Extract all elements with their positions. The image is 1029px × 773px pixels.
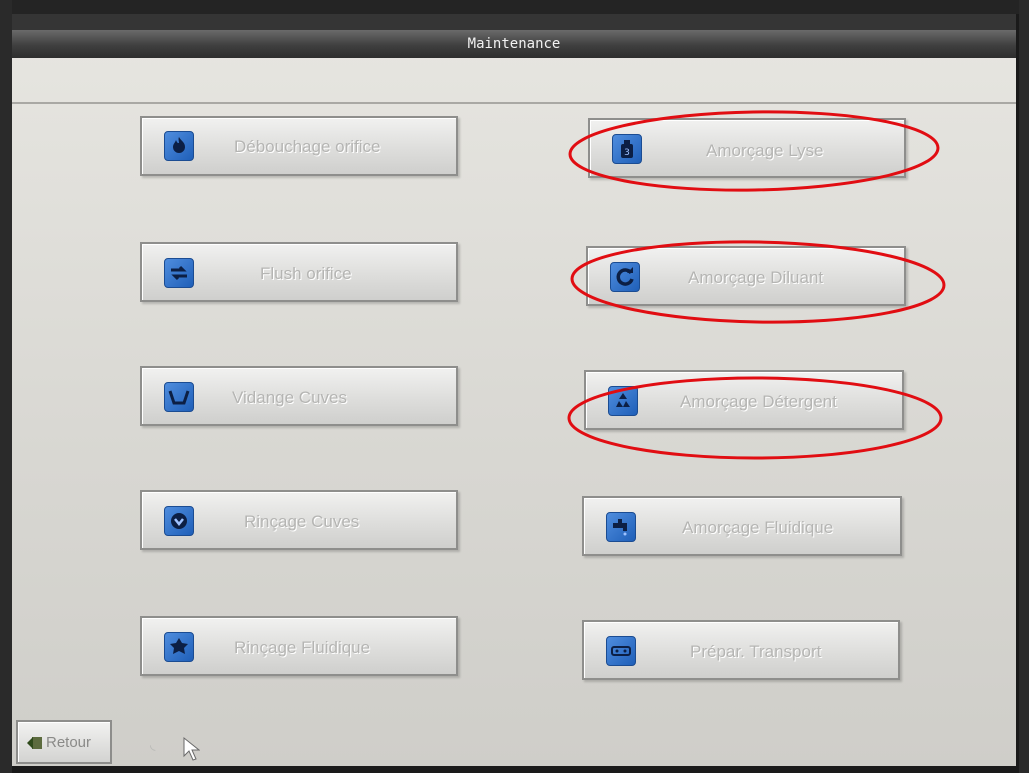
circular-arrow-icon xyxy=(610,262,640,292)
amorcage-diluant-button[interactable]: Amorçage Diluant xyxy=(586,246,906,306)
fluidic-rinse-icon xyxy=(164,632,194,662)
button-label: Rinçage Fluidique xyxy=(234,638,371,657)
amorcage-fluidique-button[interactable]: Amorçage Fluidique xyxy=(582,496,902,556)
prepar-transport-button[interactable]: Prépar. Transport xyxy=(582,620,900,680)
faucet-icon xyxy=(606,512,636,542)
fire-icon xyxy=(164,131,194,161)
button-label: Amorçage Détergent xyxy=(680,392,837,411)
titlebar-top-strip xyxy=(12,14,1016,30)
rincage-cuves-button[interactable]: Rinçage Cuves xyxy=(140,490,458,550)
spinner-icon: ◟ xyxy=(150,736,156,752)
bottle-icon: 3 xyxy=(612,134,642,164)
screen: Maintenance Débouchage orifice 3 Amorçag… xyxy=(12,14,1016,766)
retour-label: Retour xyxy=(46,734,92,751)
button-label: Flush orifice xyxy=(260,264,352,283)
button-label: Débouchage orifice xyxy=(234,137,381,156)
tank-empty-icon xyxy=(164,382,194,412)
vidange-cuves-button[interactable]: Vidange Cuves xyxy=(140,366,458,426)
arrows-swap-icon xyxy=(164,258,194,288)
debouchage-orifice-button[interactable]: Débouchage orifice xyxy=(140,116,458,176)
screen-bezel-top xyxy=(0,0,1029,14)
button-label: Rinçage Cuves xyxy=(244,512,360,531)
window-title: Maintenance xyxy=(12,30,1016,58)
svg-text:3: 3 xyxy=(624,148,630,158)
button-label: Amorçage Lyse xyxy=(706,141,824,160)
tank-rinse-icon xyxy=(164,506,194,536)
header-separator xyxy=(12,102,1016,104)
retour-button[interactable]: Retour xyxy=(16,720,112,764)
recycle-icon xyxy=(608,386,638,416)
amorcage-lyse-button[interactable]: 3 Amorçage Lyse xyxy=(588,118,906,178)
screen-bezel-right xyxy=(1019,0,1029,773)
mouse-cursor-icon xyxy=(183,736,200,761)
transport-icon xyxy=(606,636,636,666)
amorcage-detergent-button[interactable]: Amorçage Détergent xyxy=(584,370,904,430)
back-arrow-icon xyxy=(27,737,42,749)
flush-orifice-button[interactable]: Flush orifice xyxy=(140,242,458,302)
button-label: Amorçage Diluant xyxy=(688,268,824,287)
button-label: Prépar. Transport xyxy=(690,642,822,661)
button-label: Amorçage Fluidique xyxy=(682,518,834,537)
rincage-fluidique-button[interactable]: Rinçage Fluidique xyxy=(140,616,458,676)
button-label: Vidange Cuves xyxy=(232,388,347,407)
screen-bezel-left xyxy=(0,0,12,773)
